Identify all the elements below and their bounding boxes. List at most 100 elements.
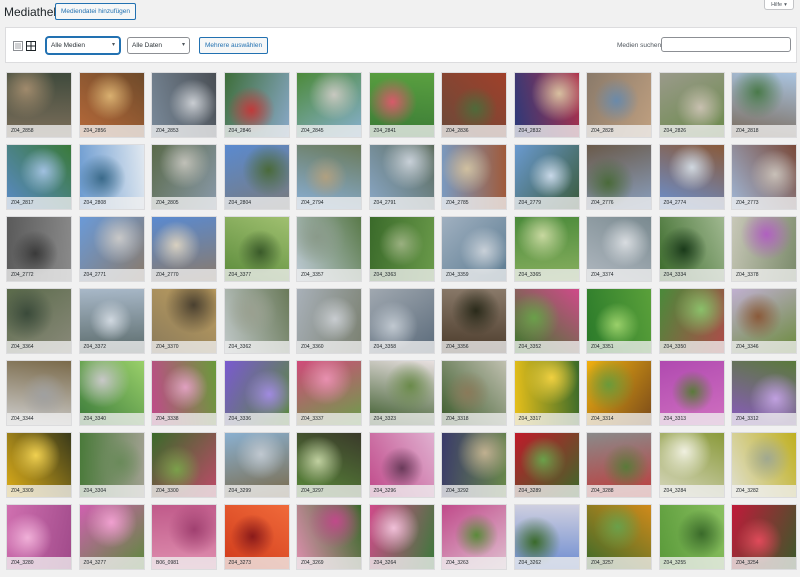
media-tile[interactable]: Z04_3340 bbox=[78, 360, 145, 426]
media-tile[interactable]: Z04_3269 bbox=[296, 504, 362, 570]
list-view-icon[interactable] bbox=[13, 41, 23, 51]
media-tile[interactable]: Z04_3292 bbox=[441, 432, 507, 498]
media-tile[interactable]: Z04_3304 bbox=[78, 432, 145, 498]
media-tile[interactable]: Z04_3264 bbox=[368, 504, 435, 570]
media-tile[interactable]: Z04_2805 bbox=[151, 144, 217, 210]
media-tile[interactable]: Z04_3370 bbox=[151, 288, 217, 354]
media-tile[interactable]: Z04_3312 bbox=[731, 360, 797, 426]
media-tile[interactable]: Z04_3255 bbox=[658, 504, 725, 570]
media-tile[interactable]: Z04_3363 bbox=[368, 216, 435, 282]
media-tile[interactable]: Z04_3263 bbox=[441, 504, 507, 570]
media-tile[interactable]: Z04_2856 bbox=[78, 72, 145, 138]
media-tile[interactable]: Z04_2846 bbox=[223, 72, 290, 138]
date-select[interactable]: Alle Daten ▾ bbox=[127, 37, 190, 54]
media-filename: Z04_3378 bbox=[732, 269, 796, 281]
media-tile[interactable]: B06_0981 bbox=[151, 504, 217, 570]
media-tile[interactable]: Z04_2804 bbox=[223, 144, 290, 210]
media-filename: Z04_2771 bbox=[79, 269, 144, 281]
media-tile[interactable]: Z04_2818 bbox=[731, 72, 797, 138]
bulk-select-button[interactable]: Mehrere auswählen bbox=[199, 37, 269, 54]
add-media-button[interactable]: Mediendatei hinzufügen bbox=[55, 3, 137, 20]
media-tile[interactable]: Z04_3346 bbox=[731, 288, 797, 354]
media-tile[interactable]: Z04_2817 bbox=[6, 144, 72, 210]
media-filename: Z04_2808 bbox=[79, 197, 144, 209]
media-tile[interactable]: Z04_3277 bbox=[78, 504, 145, 570]
help-tab[interactable]: Hilfe ▾ bbox=[764, 0, 794, 10]
search-input[interactable] bbox=[661, 37, 791, 52]
media-tile[interactable]: Z04_3284 bbox=[658, 432, 725, 498]
media-tile[interactable]: Z04_3257 bbox=[586, 504, 652, 570]
media-tile[interactable]: Z04_3318 bbox=[441, 360, 507, 426]
media-tile[interactable]: Z04_2779 bbox=[513, 144, 580, 210]
media-tile[interactable]: Z04_3350 bbox=[658, 288, 725, 354]
media-filename: Z04_2858 bbox=[7, 125, 71, 137]
media-filename: Z04_2828 bbox=[587, 125, 651, 137]
media-tile[interactable]: Z04_3313 bbox=[658, 360, 725, 426]
media-tile[interactable]: Z04_3297 bbox=[296, 432, 362, 498]
media-tile[interactable]: Z04_3314 bbox=[586, 360, 652, 426]
media-tile[interactable]: Z04_2858 bbox=[6, 72, 72, 138]
media-tile[interactable]: Z04_3273 bbox=[223, 504, 290, 570]
media-tile[interactable]: Z04_2773 bbox=[731, 144, 797, 210]
media-tile[interactable]: Z04_3299 bbox=[223, 432, 290, 498]
media-filename: Z04_3318 bbox=[442, 413, 506, 425]
media-tile[interactable]: Z04_3300 bbox=[151, 432, 217, 498]
media-tile[interactable]: Z04_3282 bbox=[731, 432, 797, 498]
media-tile[interactable]: Z04_2836 bbox=[441, 72, 507, 138]
media-tile[interactable]: Z04_2770 bbox=[151, 216, 217, 282]
media-tile[interactable]: Z04_3356 bbox=[441, 288, 507, 354]
media-tile[interactable]: Z04_3365 bbox=[513, 216, 580, 282]
media-tile[interactable]: Z04_3358 bbox=[368, 288, 435, 354]
media-tile[interactable]: Z04_3262 bbox=[513, 504, 580, 570]
media-filename: Z04_3264 bbox=[369, 557, 434, 569]
media-tile[interactable]: Z04_3364 bbox=[6, 288, 72, 354]
chevron-down-icon: ▾ bbox=[181, 42, 185, 48]
media-tile[interactable]: Z04_3289 bbox=[513, 432, 580, 498]
media-tile[interactable]: Z04_2832 bbox=[513, 72, 580, 138]
media-filename: Z04_2846 bbox=[224, 125, 289, 137]
media-tile[interactable]: Z04_2771 bbox=[78, 216, 145, 282]
media-tile[interactable]: Z04_3334 bbox=[658, 216, 725, 282]
media-tile[interactable]: Z04_3344 bbox=[6, 360, 72, 426]
grid-view-icon[interactable] bbox=[26, 41, 36, 51]
media-tile[interactable]: Z04_3337 bbox=[296, 360, 362, 426]
media-filename: Z04_3317 bbox=[514, 413, 579, 425]
media-filename: Z04_3365 bbox=[514, 269, 579, 281]
media-tile[interactable]: Z04_3254 bbox=[731, 504, 797, 570]
media-tile[interactable]: Z04_2808 bbox=[78, 144, 145, 210]
media-tile[interactable]: Z04_3317 bbox=[513, 360, 580, 426]
media-tile[interactable]: Z04_3374 bbox=[586, 216, 652, 282]
media-tile[interactable]: Z04_3336 bbox=[223, 360, 290, 426]
media-tile[interactable]: Z04_3352 bbox=[513, 288, 580, 354]
media-tile[interactable]: Z04_3288 bbox=[586, 432, 652, 498]
media-tile[interactable]: Z04_2772 bbox=[6, 216, 72, 282]
media-tile[interactable]: Z04_2828 bbox=[586, 72, 652, 138]
media-tile[interactable]: Z04_3362 bbox=[223, 288, 290, 354]
media-tile[interactable]: Z04_2841 bbox=[368, 72, 435, 138]
media-tile[interactable]: Z04_2845 bbox=[296, 72, 362, 138]
media-tile[interactable]: Z04_3377 bbox=[223, 216, 290, 282]
media-filename: Z04_2774 bbox=[659, 197, 724, 209]
media-tile[interactable]: Z04_3359 bbox=[441, 216, 507, 282]
media-tile[interactable]: Z04_3351 bbox=[586, 288, 652, 354]
media-filename: Z04_2776 bbox=[587, 197, 651, 209]
media-tile[interactable]: Z04_2774 bbox=[658, 144, 725, 210]
media-filename: Z04_3312 bbox=[732, 413, 796, 425]
media-tile[interactable]: Z04_3372 bbox=[78, 288, 145, 354]
media-tile[interactable]: Z04_3357 bbox=[296, 216, 362, 282]
media-tile[interactable]: Z04_3280 bbox=[6, 504, 72, 570]
media-tile[interactable]: Z04_2791 bbox=[368, 144, 435, 210]
media-tile[interactable]: Z04_3309 bbox=[6, 432, 72, 498]
media-tile[interactable]: Z04_3360 bbox=[296, 288, 362, 354]
media-tile[interactable]: Z04_3323 bbox=[368, 360, 435, 426]
media-tile[interactable]: Z04_3338 bbox=[151, 360, 217, 426]
media-tile[interactable]: Z04_2785 bbox=[441, 144, 507, 210]
media-tile[interactable]: Z04_3378 bbox=[731, 216, 797, 282]
media-filename: Z04_3362 bbox=[224, 341, 289, 353]
media-tile[interactable]: Z04_2826 bbox=[658, 72, 725, 138]
media-tile[interactable]: Z04_2776 bbox=[586, 144, 652, 210]
media-tile[interactable]: Z04_2853 bbox=[151, 72, 217, 138]
media-type-select[interactable]: Alle Medien ▾ bbox=[46, 37, 120, 54]
media-tile[interactable]: Z04_3296 bbox=[368, 432, 435, 498]
media-tile[interactable]: Z04_2794 bbox=[296, 144, 362, 210]
